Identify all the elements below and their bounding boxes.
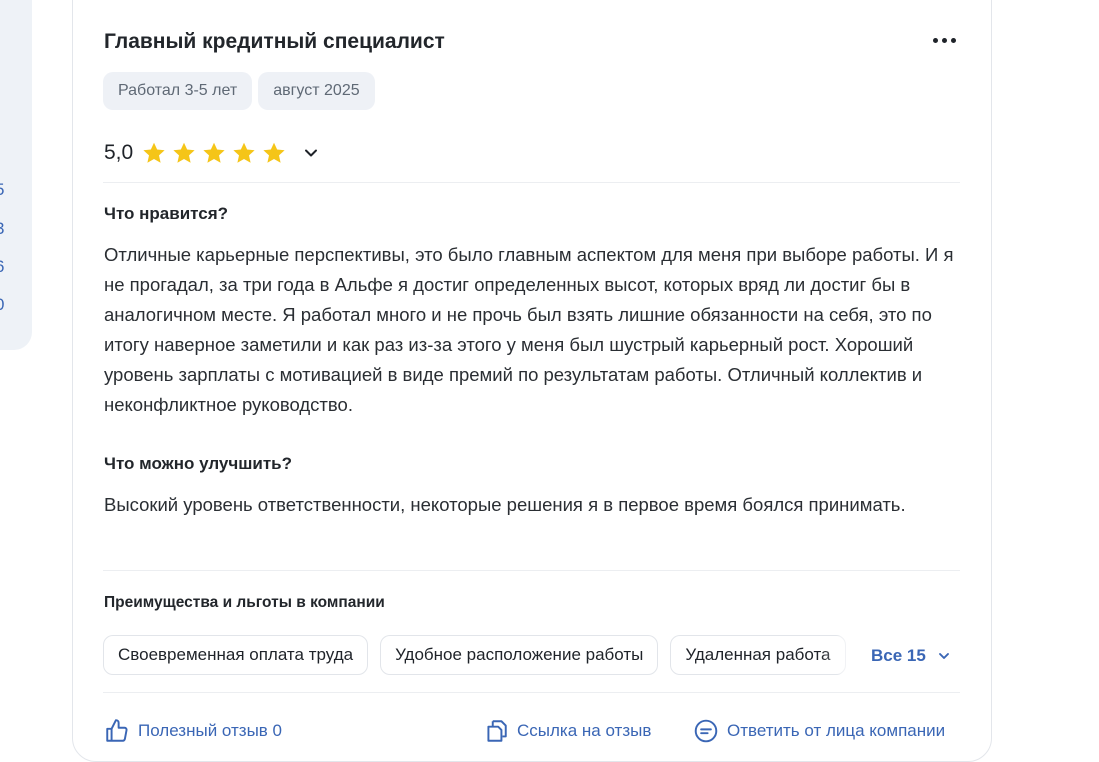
chevron-down-icon[interactable] [301,143,321,163]
review-tags: Работал 3-5 лет август 2025 [103,72,375,110]
star-icon [263,142,285,163]
useful-button[interactable]: Полезный отзыв 0 [104,718,282,744]
chevron-down-icon [938,653,949,659]
sidebar-digit: 0 [0,295,4,315]
link-button[interactable]: Ссылка на отзыв [483,718,651,744]
star-icon [143,142,165,163]
link-label: Ссылка на отзыв [517,721,652,740]
all-benefits-button[interactable]: Все 15 [871,646,952,666]
star-icon [233,142,255,163]
reply-button[interactable]: Ответить от лица компании [693,718,945,744]
improve-heading: Что можно улучшить? [104,454,293,473]
benefit-chip[interactable]: Удобное расположение работы [380,635,659,675]
likes-text: Отличные карьерные перспективы, это было… [104,244,954,415]
review-title: Главный кредитный специалист [104,30,445,53]
benefits-title: Преимущества и льготы в компании [104,594,385,611]
sidebar-digit: 6 [0,257,4,277]
sidebar-digit: 3 [0,219,4,239]
sidebar-digit: 5 [0,180,4,200]
star-icon [203,142,225,163]
benefits-chips: Своевременная оплата труда Удобное распо… [103,635,858,675]
divider [103,570,960,571]
rating-value: 5,0 [104,141,134,164]
useful-label: Полезный отзыв 0 [138,721,283,740]
reply-icon [694,719,718,743]
likes-heading: Что нравится? [104,204,229,223]
date-tag: август 2025 [258,72,375,110]
rating: 5,0 [104,140,321,166]
benefit-chip[interactable]: Своевременная оплата труда [103,635,369,675]
chips-fade [820,636,870,674]
improve-text: Высокий уровень ответственности, некотор… [104,494,906,515]
divider [103,692,960,693]
sidebar-panel [0,0,32,350]
more-icon[interactable] [928,30,960,50]
all-benefits-label: Все 15 [871,646,926,665]
thumbs-up-icon [106,719,128,742]
experience-tag: Работал 3-5 лет [103,72,253,110]
link-icon [487,720,507,742]
reply-label: Ответить от лица компании [727,721,946,740]
divider [103,182,960,183]
star-icon [173,142,195,163]
